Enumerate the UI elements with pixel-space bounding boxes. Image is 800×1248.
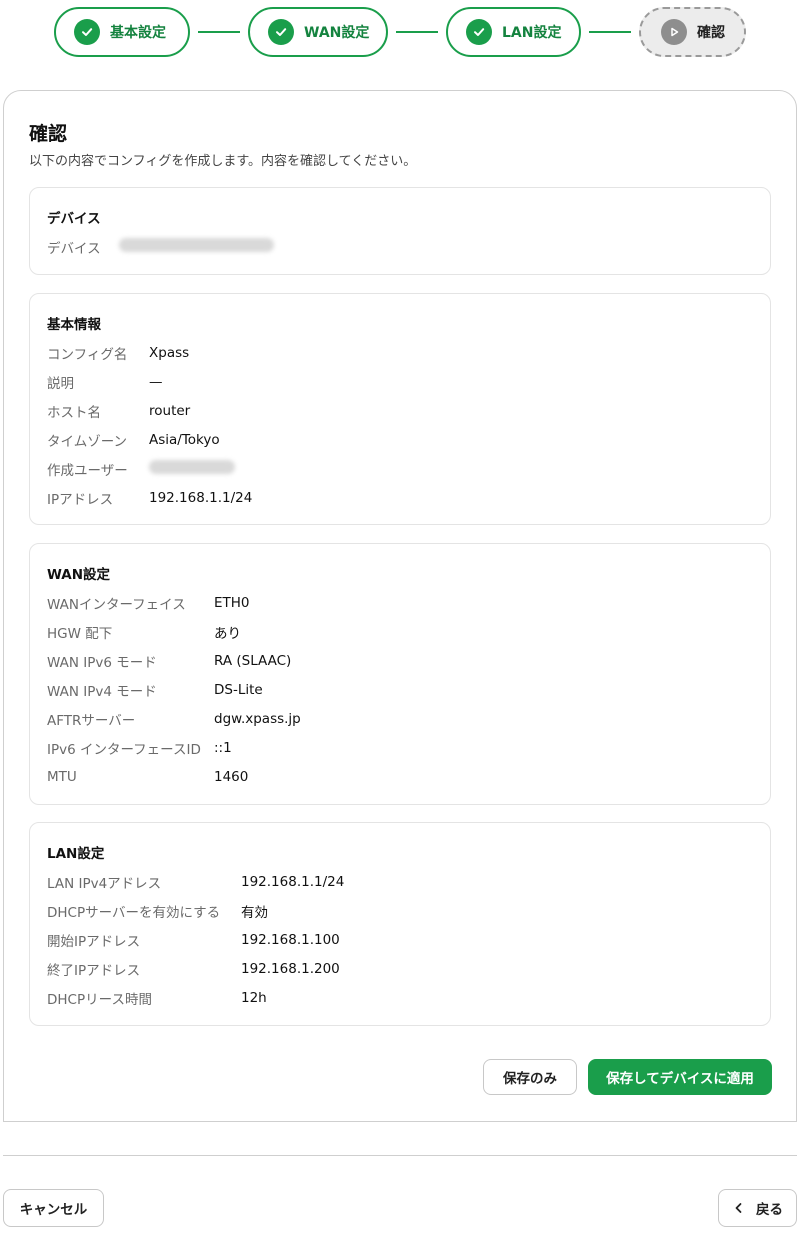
row-dhcp-lease: DHCPリース時間 12h — [47, 988, 267, 1008]
back-button[interactable]: 戻る — [718, 1189, 797, 1227]
row-config-name: コンフィグ名 Xpass — [47, 343, 189, 363]
confirm-card: 確認 以下の内容でコンフィグを作成します。内容を確認してください。 デバイス デ… — [3, 90, 797, 1122]
section-wan: WAN設定 WANインターフェイス ETH0 HGW 配下 あり WAN IPv… — [29, 543, 771, 805]
footer-divider — [3, 1155, 797, 1156]
row-mtu: MTU 1460 — [47, 767, 248, 787]
cancel-button[interactable]: キャンセル — [3, 1189, 104, 1227]
step-lan[interactable]: LAN設定 — [446, 7, 581, 57]
row-label: MTU — [47, 769, 77, 785]
row-wan-interface: WANインターフェイス ETH0 — [47, 593, 250, 613]
row-value: DS-Lite — [214, 682, 263, 698]
row-dhcp-end: 終了IPアドレス 192.168.1.200 — [47, 959, 340, 979]
row-value: router — [149, 403, 191, 419]
row-value: 192.168.1.100 — [241, 932, 340, 948]
section-basic: 基本情報 コンフィグ名 Xpass 説明 — ホスト名 router タイムゾー… — [29, 293, 771, 525]
row-wan-ipv6-mode: WAN IPv6 モード RA (SLAAC) — [47, 651, 291, 671]
section-title: 基本情報 — [47, 317, 101, 333]
section-title: WAN設定 — [47, 567, 111, 583]
check-icon — [268, 19, 294, 45]
row-value: RA (SLAAC) — [214, 653, 292, 669]
section-lan: LAN設定 LAN IPv4アドレス 192.168.1.1/24 DHCPサー… — [29, 822, 771, 1026]
save-only-button[interactable]: 保存のみ — [483, 1059, 577, 1095]
row-label: 作成ユーザー — [47, 463, 128, 479]
row-value: 12h — [241, 990, 267, 1006]
section-title: デバイス — [47, 211, 101, 227]
row-label: 終了IPアドレス — [47, 963, 141, 979]
row-ip-address: IPアドレス 192.168.1.1/24 — [47, 488, 252, 508]
check-icon — [466, 19, 492, 45]
row-label: WAN IPv6 モード — [47, 655, 157, 671]
row-dhcp-enabled: DHCPサーバーを有効にする 有効 — [47, 901, 268, 921]
stepper: 基本設定 WAN設定 LAN設定 確認 — [0, 7, 800, 57]
page-title: 確認 — [29, 123, 68, 145]
row-label: WAN IPv4 モード — [47, 684, 157, 700]
save-and-apply-button[interactable]: 保存してデバイスに適用 — [588, 1059, 772, 1095]
row-label: タイムゾーン — [47, 434, 128, 450]
section-device: デバイス デバイス — [29, 187, 771, 275]
row-hostname: ホスト名 router — [47, 401, 190, 421]
row-label: LAN IPv4アドレス — [47, 876, 162, 892]
row-label: DHCPリース時間 — [47, 992, 152, 1008]
row-value: dgw.xpass.jp — [214, 711, 301, 727]
row-wan-ipv4-mode: WAN IPv4 モード DS-Lite — [47, 680, 263, 700]
step-label: 確認 — [697, 25, 725, 41]
row-lan-ipv4: LAN IPv4アドレス 192.168.1.1/24 — [47, 872, 344, 892]
row-label: 説明 — [47, 376, 74, 392]
step-connector — [396, 31, 438, 33]
row-label: デバイス — [47, 241, 101, 257]
step-label: WAN設定 — [304, 25, 370, 41]
row-label: HGW 配下 — [47, 626, 113, 642]
row-value: Xpass — [149, 345, 190, 361]
row-value: あり — [214, 626, 241, 642]
chevron-left-icon — [735, 1203, 742, 1213]
step-connector — [589, 31, 631, 33]
row-label: IPv6 インターフェースID — [47, 742, 201, 758]
row-label: ホスト名 — [47, 405, 101, 421]
row-label: WANインターフェイス — [47, 597, 186, 613]
step-label: LAN設定 — [502, 25, 562, 41]
row-description: 説明 — — [47, 372, 163, 392]
device-value-redacted — [119, 238, 274, 256]
row-value: ETH0 — [214, 595, 250, 611]
row-value: 有効 — [241, 905, 268, 921]
step-label: 基本設定 — [110, 25, 166, 41]
row-value: ::1 — [214, 740, 232, 756]
row-value: — — [149, 374, 163, 390]
row-aftr-server: AFTRサーバー dgw.xpass.jp — [47, 709, 301, 729]
row-created-user: 作成ユーザー — [47, 459, 235, 479]
row-label: IPアドレス — [47, 492, 114, 508]
row-value: 192.168.1.1/24 — [149, 490, 253, 506]
created-user-value-redacted — [149, 460, 235, 478]
page-subtitle: 以下の内容でコンフィグを作成します。内容を確認してください。 — [29, 154, 417, 169]
section-title: LAN設定 — [47, 846, 105, 862]
row-value: 192.168.1.1/24 — [241, 874, 345, 890]
step-wan[interactable]: WAN設定 — [248, 7, 388, 57]
row-value: 192.168.1.200 — [241, 961, 340, 977]
row-dhcp-start: 開始IPアドレス 192.168.1.100 — [47, 930, 340, 950]
step-confirm[interactable]: 確認 — [639, 7, 746, 57]
row-ipv6-interface-id: IPv6 インターフェースID ::1 — [47, 738, 232, 758]
back-label: 戻る — [756, 1202, 783, 1218]
play-icon — [661, 19, 687, 45]
step-connector — [198, 31, 240, 33]
row-label: 開始IPアドレス — [47, 934, 141, 950]
row-hgw: HGW 配下 あり — [47, 622, 241, 642]
row-device: デバイス — [47, 237, 274, 257]
row-label: コンフィグ名 — [47, 347, 128, 363]
step-basic[interactable]: 基本設定 — [54, 7, 190, 57]
row-label: AFTRサーバー — [47, 713, 136, 729]
row-label: DHCPサーバーを有効にする — [47, 905, 221, 921]
row-value: Asia/Tokyo — [149, 432, 220, 448]
check-icon — [74, 19, 100, 45]
row-value: 1460 — [214, 769, 249, 785]
row-timezone: タイムゾーン Asia/Tokyo — [47, 430, 220, 450]
